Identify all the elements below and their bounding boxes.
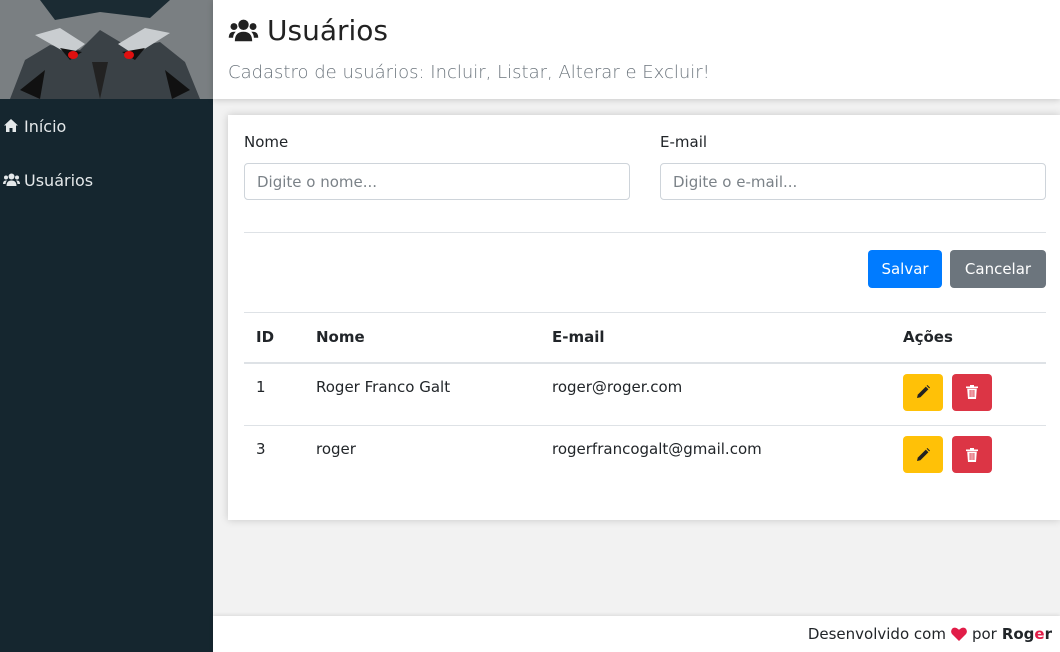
column-header-id: ID [244, 312, 304, 364]
sidebar: Início Usuários [0, 0, 213, 652]
sidebar-item-label: Usuários [24, 170, 94, 190]
cancel-button[interactable]: Cancelar [950, 250, 1046, 288]
sidebar-item-usuarios[interactable]: Usuários [0, 162, 213, 198]
row-actions [903, 436, 1046, 473]
nome-field-group: Nome [244, 133, 630, 200]
column-header-acoes: Ações [891, 312, 1046, 364]
save-button[interactable]: Salvar [868, 250, 942, 288]
sidebar-nav: Início Usuários [0, 108, 213, 216]
users-card: Nome E-mail Salvar Cancelar ID Nome E-ma… [228, 115, 1060, 520]
footer-prefix: Desenvolvido com [807, 625, 946, 643]
cell-id: 3 [256, 440, 266, 458]
page-header: Usuários Cadastro de usuários: Incluir, … [213, 0, 1060, 99]
email-field-group: E-mail [660, 133, 1046, 200]
form-divider [244, 232, 1046, 233]
delete-button[interactable] [952, 373, 992, 411]
table-row: 1 Roger Franco Galt roger@roger.com [244, 362, 1046, 426]
cell-id: 1 [244, 362, 304, 426]
column-header-nome: Nome [304, 312, 540, 364]
trash-icon [966, 447, 978, 462]
heart-icon [951, 627, 967, 641]
email-input[interactable] [660, 163, 1046, 200]
page-title: Usuários [228, 14, 388, 47]
trash-icon [966, 385, 978, 399]
users-icon [228, 17, 259, 45]
author-part: r [1044, 625, 1052, 643]
cell-nome: Roger Franco Galt [304, 362, 540, 426]
edit-button[interactable] [903, 436, 943, 473]
sidebar-item-inicio[interactable]: Início [0, 108, 213, 144]
table-row: 3 roger rogerfrancogalt@gmail.com [244, 426, 1046, 489]
wolf-logo[interactable] [0, 0, 213, 99]
users-icon [3, 172, 20, 188]
page-subtitle: Cadastro de usuários: Incluir, Listar, A… [228, 62, 710, 83]
edit-button[interactable] [903, 373, 943, 411]
column-header-email: E-mail [540, 312, 891, 364]
pencil-icon [917, 385, 930, 398]
nome-label: Nome [244, 133, 289, 151]
footer-author: Roger [1002, 625, 1052, 643]
delete-button[interactable] [952, 436, 992, 473]
page-footer: Desenvolvido com por Roger [213, 616, 1060, 652]
cell-actions [891, 426, 1046, 489]
cell-nome: roger [316, 440, 356, 458]
footer-by: por [971, 625, 997, 643]
nome-input[interactable] [244, 163, 630, 200]
row-actions [903, 373, 1046, 411]
cell-email: roger@roger.com [540, 362, 891, 426]
cell-email: rogerfrancogalt@gmail.com [552, 440, 762, 458]
cell-actions [891, 362, 1046, 426]
table-header-row: ID Nome E-mail Ações [244, 312, 1046, 364]
pencil-icon [917, 447, 930, 461]
author-part: Rog [1001, 625, 1035, 643]
page-title-text: Usuários [267, 14, 388, 47]
users-table: ID Nome E-mail Ações 1 Roger Franco Galt… [244, 312, 1046, 489]
sidebar-item-label: Início [24, 116, 67, 136]
email-label: E-mail [660, 133, 708, 151]
home-icon [3, 118, 20, 134]
author-accent: e [1034, 625, 1045, 643]
